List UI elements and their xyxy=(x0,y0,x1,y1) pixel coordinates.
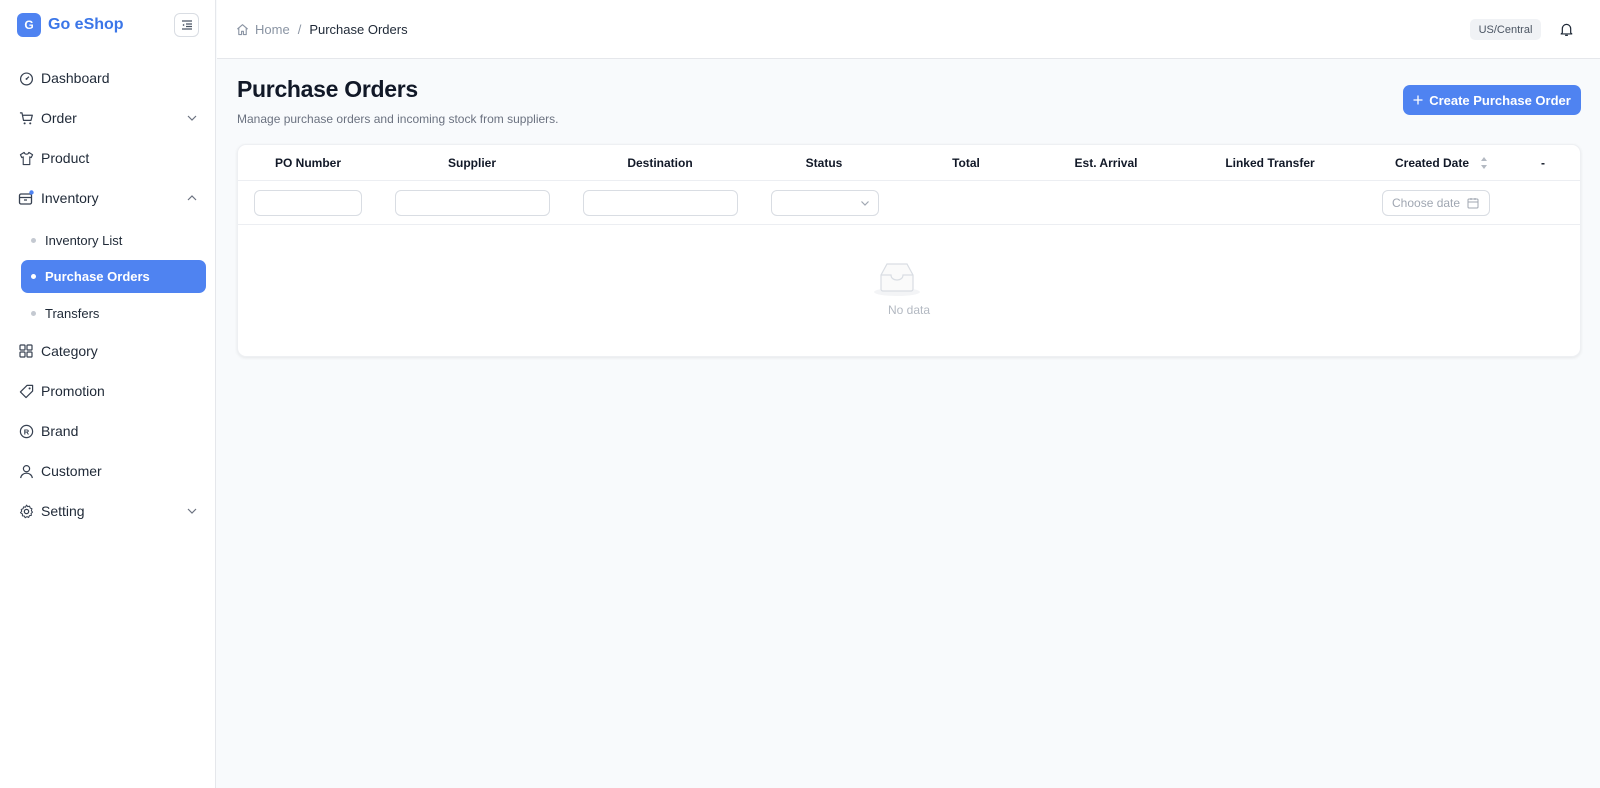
cart-icon xyxy=(18,110,34,126)
sidebar-item-label: Inventory xyxy=(41,190,99,206)
date-placeholder: Choose date xyxy=(1392,196,1461,210)
sidebar-subitem-purchase-orders[interactable]: Purchase Orders xyxy=(21,260,206,293)
sidebar-item-label: Category xyxy=(41,343,98,359)
dashboard-icon xyxy=(18,70,34,86)
calendar-icon xyxy=(1467,198,1479,209)
sidebar-item-category[interactable]: Category xyxy=(0,331,216,371)
empty-state-text: No data xyxy=(887,303,931,317)
sidebar-subitem-label: Transfers xyxy=(45,306,100,321)
page-title: Purchase Orders xyxy=(237,76,418,102)
sidebar-item-label: Order xyxy=(41,110,77,126)
grid-icon xyxy=(18,343,34,359)
empty-inbox-icon xyxy=(874,263,920,296)
sidebar-item-promotion[interactable]: Promotion xyxy=(0,371,216,411)
column-header-created-date[interactable]: Created Date xyxy=(1395,156,1469,170)
inventory-icon xyxy=(18,190,34,206)
sidebar-item-product[interactable]: Product xyxy=(0,138,216,178)
sidebar-item-brand[interactable]: R Brand xyxy=(0,411,216,451)
sidebar-item-label: Setting xyxy=(41,503,85,519)
filter-row: Choose date xyxy=(238,181,1580,225)
shirt-icon xyxy=(18,150,34,166)
tag-icon xyxy=(18,383,34,399)
plus-icon xyxy=(1413,95,1423,105)
bell-icon[interactable] xyxy=(1558,21,1574,38)
purchase-orders-table: PO Number Supplier Destination Status To… xyxy=(237,144,1581,357)
column-header-total: Total xyxy=(952,156,980,170)
sidebar: G Go eShop Dashboard Order Product Inven… xyxy=(0,0,216,788)
sidebar-item-label: Brand xyxy=(41,423,79,439)
bullet-dot xyxy=(31,311,36,316)
sort-icon[interactable] xyxy=(1480,156,1488,170)
sidebar-item-customer[interactable]: Customer xyxy=(0,451,216,491)
breadcrumb-current: Purchase Orders xyxy=(309,22,408,37)
sidebar-item-label: Dashboard xyxy=(41,70,110,86)
sidebar-subitem-label: Inventory List xyxy=(45,233,123,248)
column-header-linked-transfer: Linked Transfer xyxy=(1225,156,1315,170)
collapse-sidebar-button[interactable] xyxy=(174,13,199,37)
sidebar-item-label: Promotion xyxy=(41,383,105,399)
chevron-down-icon xyxy=(861,201,869,206)
sidebar-item-label: Customer xyxy=(41,463,102,479)
chevron-up-icon xyxy=(186,192,198,204)
gear-icon xyxy=(18,503,34,519)
timezone-badge[interactable]: US/Central xyxy=(1470,19,1541,40)
page-subtitle: Manage purchase orders and incoming stoc… xyxy=(237,112,559,126)
column-header-status: Status xyxy=(805,156,843,170)
destination-filter-input[interactable] xyxy=(583,190,738,216)
bullet-dot xyxy=(31,238,36,243)
brand-name: Go eShop xyxy=(48,16,124,33)
create-button-label: Create Purchase Order xyxy=(1429,92,1571,108)
top-header: Home / Purchase Orders US/Central xyxy=(217,0,1600,59)
supplier-filter-input[interactable] xyxy=(395,190,550,216)
column-header-actions: - xyxy=(1541,156,1545,170)
empty-state: No data xyxy=(238,225,1580,357)
menu-fold-icon xyxy=(181,20,192,30)
breadcrumb-home-link[interactable]: Home xyxy=(255,22,290,37)
svg-text:R: R xyxy=(23,427,29,436)
column-header-supplier: Supplier xyxy=(447,156,497,170)
create-purchase-order-button[interactable]: Create Purchase Order xyxy=(1403,85,1581,115)
sidebar-subitem-inventory-list[interactable]: Inventory List xyxy=(21,224,206,257)
created-date-picker[interactable]: Choose date xyxy=(1382,190,1490,216)
table-header: PO Number Supplier Destination Status To… xyxy=(238,145,1580,181)
po-number-filter-input[interactable] xyxy=(254,190,362,216)
sidebar-item-dashboard[interactable]: Dashboard xyxy=(0,58,216,98)
column-header-po-number: PO Number xyxy=(274,156,342,170)
sidebar-item-setting[interactable]: Setting xyxy=(0,491,216,531)
column-header-est-arrival: Est. Arrival xyxy=(1074,156,1138,170)
sidebar-item-inventory[interactable]: Inventory xyxy=(0,178,216,218)
column-header-destination: Destination xyxy=(627,156,693,170)
brand-logo: G xyxy=(17,13,41,37)
sidebar-subitem-label: Purchase Orders xyxy=(45,269,150,284)
chevron-down-icon xyxy=(186,112,198,124)
sidebar-item-label: Product xyxy=(41,150,90,166)
sidebar-item-order[interactable]: Order xyxy=(0,98,216,138)
chevron-down-icon xyxy=(186,505,198,517)
sidebar-subitem-transfers[interactable]: Transfers xyxy=(21,297,206,330)
user-icon xyxy=(18,463,34,479)
breadcrumb: Home / Purchase Orders xyxy=(236,22,408,37)
breadcrumb-separator: / xyxy=(297,22,302,37)
home-icon[interactable] xyxy=(236,23,250,37)
bullet-dot xyxy=(31,274,36,279)
brand[interactable]: G Go eShop xyxy=(17,13,124,37)
status-filter-select[interactable] xyxy=(771,190,879,216)
registered-icon: R xyxy=(18,423,34,439)
